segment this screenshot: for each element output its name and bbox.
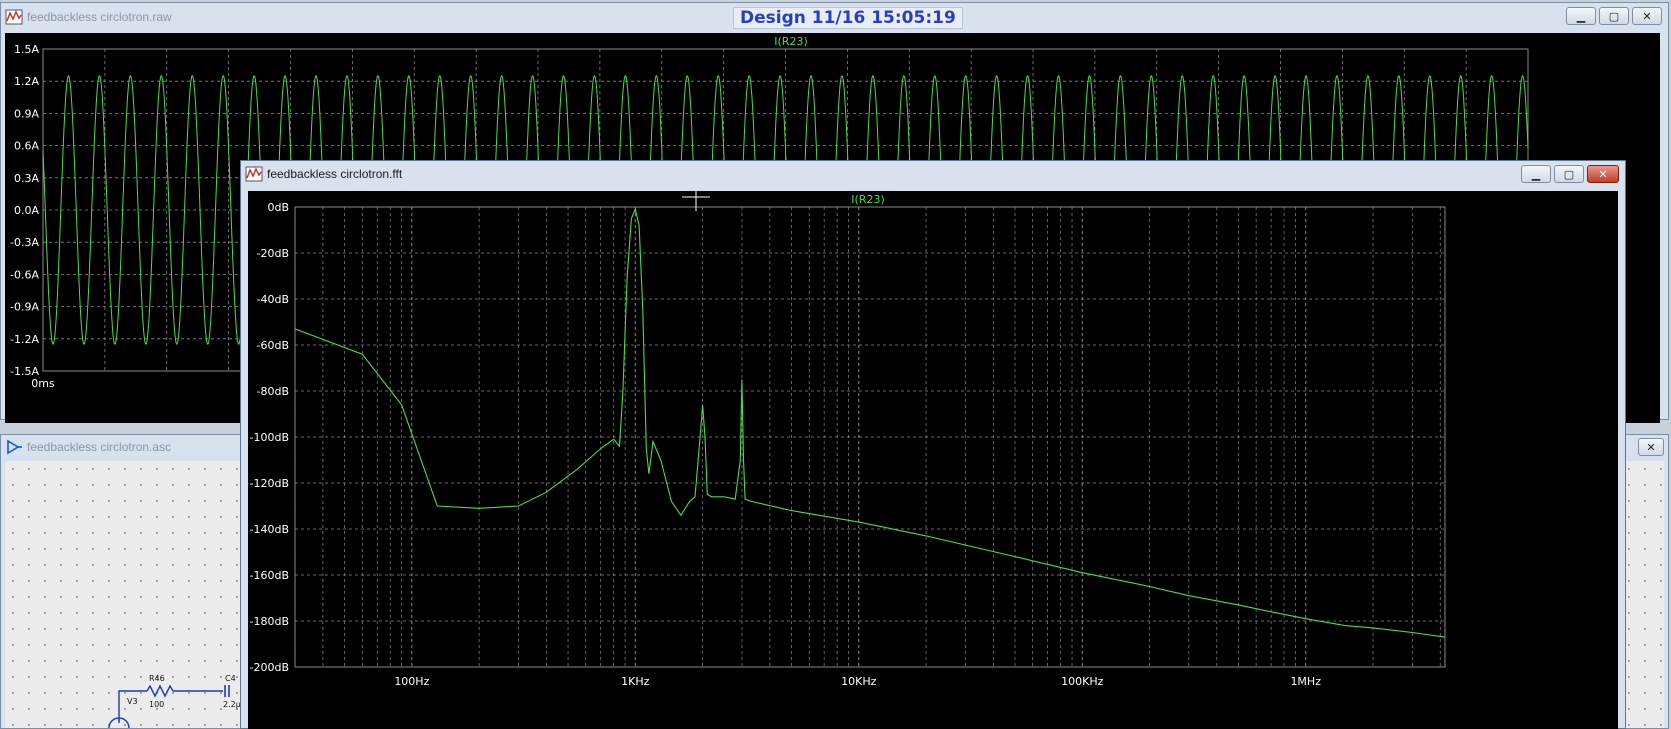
raw-y-tick-label: 0.3A [14,172,39,185]
raw-y-tick-label: 0.9A [14,107,39,120]
schematic-close-button[interactable]: ✕ [1638,438,1664,456]
schematic-icon [5,439,23,455]
component-value-c4: 2.2µ [223,700,241,709]
maximize-icon: ▢ [1608,9,1620,23]
raw-y-tick-label: 1.5A [14,43,39,56]
fft-plot-area[interactable]: 0dB -20dB -40dB -60dB -80dB -100dB -120dB -140d… [248,191,1618,729]
fft-y-tick-label: -180dB [250,615,290,628]
raw-window-controls: ▁ ▢ ✕ [1566,7,1662,25]
component-ref-r46: R46 [149,674,165,683]
close-button[interactable]: ✕ [1587,165,1619,183]
maximize-icon: ▢ [1563,167,1575,181]
fft-window[interactable]: feedbackless circlotron.fft ▁ ▢ ✕ 0dB -20… [240,160,1626,729]
raw-y-tick-label: 1.2A [14,75,39,88]
minimize-icon: ▁ [1531,167,1541,181]
fft-x-tick-label: 1KHz [621,675,649,688]
raw-trace-label: I(R23) [774,35,807,48]
raw-x-tick-label: 0ms [31,377,55,390]
resistor-symbol [146,684,174,698]
maximize-button[interactable]: ▢ [1599,7,1629,25]
fft-y-tick-label: -140dB [250,523,290,536]
fft-y-tick-label: -80dB [257,385,290,398]
fft-spectrum-chart[interactable]: 0dB -20dB -40dB -60dB -80dB -100dB -120dB -140d… [248,191,1618,729]
waveform-icon [245,166,263,182]
minimize-button[interactable]: ▁ [1521,165,1551,183]
component-value-r46: 100 [149,700,164,709]
close-icon: ✕ [1642,9,1652,23]
fft-y-tick-label: -40dB [257,293,290,306]
fft-x-tick-label: 10KHz [841,675,876,688]
schematic-window-title: feedbackless circlotron.asc [27,440,172,454]
close-button[interactable]: ✕ [1632,7,1662,25]
schematic-window-controls: ✕ [1638,438,1664,456]
desktop: feedbackless circlotron.raw Design 11/16… [0,0,1671,729]
fft-y-tick-label: -160dB [250,569,290,582]
fft-x-tick-label: 100Hz [394,675,429,688]
fft-x-tick-label: 100KHz [1061,675,1103,688]
waveform-icon [5,9,23,25]
raw-y-tick-label: -1.2A [10,333,39,346]
raw-window-title: feedbackless circlotron.raw [27,10,172,24]
schematic-drawing: R46 100 C4 2.2µ V3 [108,674,241,728]
raw-y-tick-label: -0.6A [10,268,39,281]
fft-window-title: feedbackless circlotron.fft [267,167,403,181]
component-ref-v3: V3 [127,697,138,706]
raw-y-tick-label: 0.0A [14,204,39,217]
fft-y-tick-label: -120dB [250,477,290,490]
fft-trace-label: I(R23) [851,193,884,206]
fft-x-tick-label: 1MHz [1290,675,1321,688]
fft-y-tick-label: -100dB [250,431,290,444]
maximize-button[interactable]: ▢ [1554,165,1584,183]
fft-window-titlebar[interactable]: feedbackless circlotron.fft [241,161,1625,187]
fft-y-tick-label: -60dB [257,339,290,352]
close-icon: ✕ [1598,167,1608,181]
close-icon: ✕ [1646,440,1656,454]
fft-y-tick-label: -200dB [250,661,290,674]
fft-series-line [294,207,1446,638]
raw-y-tick-label: -0.3A [10,236,39,249]
minimize-button[interactable]: ▁ [1566,7,1596,25]
minimize-icon: ▁ [1576,9,1586,23]
fft-window-controls: ▁ ▢ ✕ [1521,165,1619,183]
component-ref-c4: C4 [225,674,236,683]
fft-y-tick-label: 0dB [267,201,289,214]
raw-y-tick-label: -0.9A [10,301,39,314]
fft-y-tick-label: -20dB [257,247,290,260]
simulation-timestamp: Design 11/16 15:05:19 [733,7,963,29]
raw-y-tick-label: 0.6A [14,140,39,153]
fft-plot-frame [294,206,1446,668]
